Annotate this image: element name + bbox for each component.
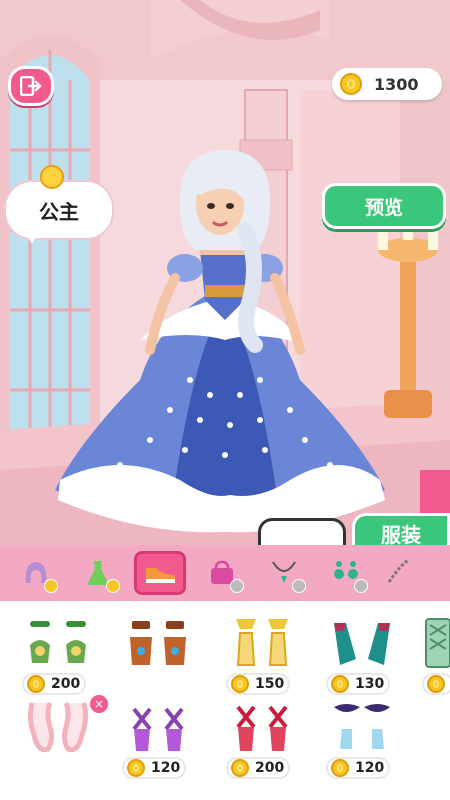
item-none-shoes[interactable]: × (18, 693, 108, 783)
brown-boots-icon (130, 621, 186, 665)
price-tag: 200 (226, 757, 290, 779)
coin-counter: 1300 (332, 68, 442, 100)
category-bracelet[interactable] (382, 551, 412, 595)
item-teal-boots[interactable]: 130 (322, 609, 402, 699)
exit-button[interactable] (8, 66, 54, 106)
bare-feet-icon (27, 702, 89, 753)
item-brown-boots[interactable] (118, 609, 198, 699)
item-purple-strappy-heels[interactable]: 120 (118, 693, 198, 783)
green-flower-heels-icon (30, 621, 86, 663)
shoe-icon (146, 568, 176, 583)
price: 150 (255, 676, 285, 692)
green-lace-boots-icon (425, 618, 450, 668)
price-tag (422, 673, 450, 695)
category-hair[interactable] (10, 551, 62, 595)
unowned-check-icon (230, 579, 244, 593)
owned-check-icon (106, 579, 120, 593)
coin-icon (427, 675, 445, 693)
price: 130 (355, 676, 385, 692)
coin-icon (27, 675, 45, 693)
coin-icon (331, 759, 349, 777)
unowned-check-icon (354, 579, 368, 593)
price-tag: 150 (226, 673, 290, 695)
category-dress[interactable] (72, 551, 124, 595)
bubble-tail (22, 226, 42, 244)
price: 120 (355, 760, 385, 776)
item-green-lace-boots[interactable] (418, 609, 450, 699)
category-earrings[interactable] (320, 551, 372, 595)
character-title: 公主 (39, 199, 79, 224)
outfit-tab-label: 服装 (381, 522, 421, 547)
item-green-flower-heels[interactable]: 200 (18, 609, 98, 699)
unowned-check-icon (292, 579, 306, 593)
preview-button[interactable]: 预览 (322, 183, 446, 229)
price-tag: 200 (22, 673, 86, 695)
coin-icon (231, 759, 249, 777)
price: 200 (255, 760, 285, 776)
preview-label: 预览 (364, 196, 403, 219)
heart-eyes-emoji-icon (40, 165, 64, 189)
item-gold-bow-heels[interactable]: 150 (222, 609, 302, 699)
coin-icon (127, 759, 145, 777)
remove-icon[interactable]: × (90, 695, 108, 713)
red-strappy-heels-icon (236, 705, 288, 751)
category-shoes[interactable] (134, 551, 186, 595)
coin-icon (340, 73, 362, 95)
category-necklace[interactable] (258, 551, 310, 595)
price-tag: 120 (326, 757, 390, 779)
item-grid: 200 150 130 × 120 200 120 (0, 601, 450, 800)
item-purple-bow-heels[interactable]: 120 (322, 693, 402, 783)
price-tag: 120 (122, 757, 186, 779)
character-speech-bubble: 公主 (4, 180, 114, 240)
coin-amount: 1300 (374, 74, 419, 94)
purple-bow-heels-icon (334, 704, 390, 749)
coin-icon (231, 675, 249, 693)
purple-strappy-heels-icon (132, 707, 184, 751)
teal-boots-icon (334, 623, 390, 665)
owned-check-icon (44, 579, 58, 593)
category-bar (0, 545, 450, 601)
coin-icon (331, 675, 349, 693)
gold-bow-heels-icon (236, 619, 288, 666)
bracelet-icon (387, 558, 409, 583)
exit-icon (20, 76, 42, 96)
category-bag[interactable] (196, 551, 248, 595)
price-tag: 130 (326, 673, 390, 695)
price: 120 (151, 760, 181, 776)
price: 200 (51, 676, 81, 692)
item-red-strappy-heels[interactable]: 200 (222, 693, 302, 783)
